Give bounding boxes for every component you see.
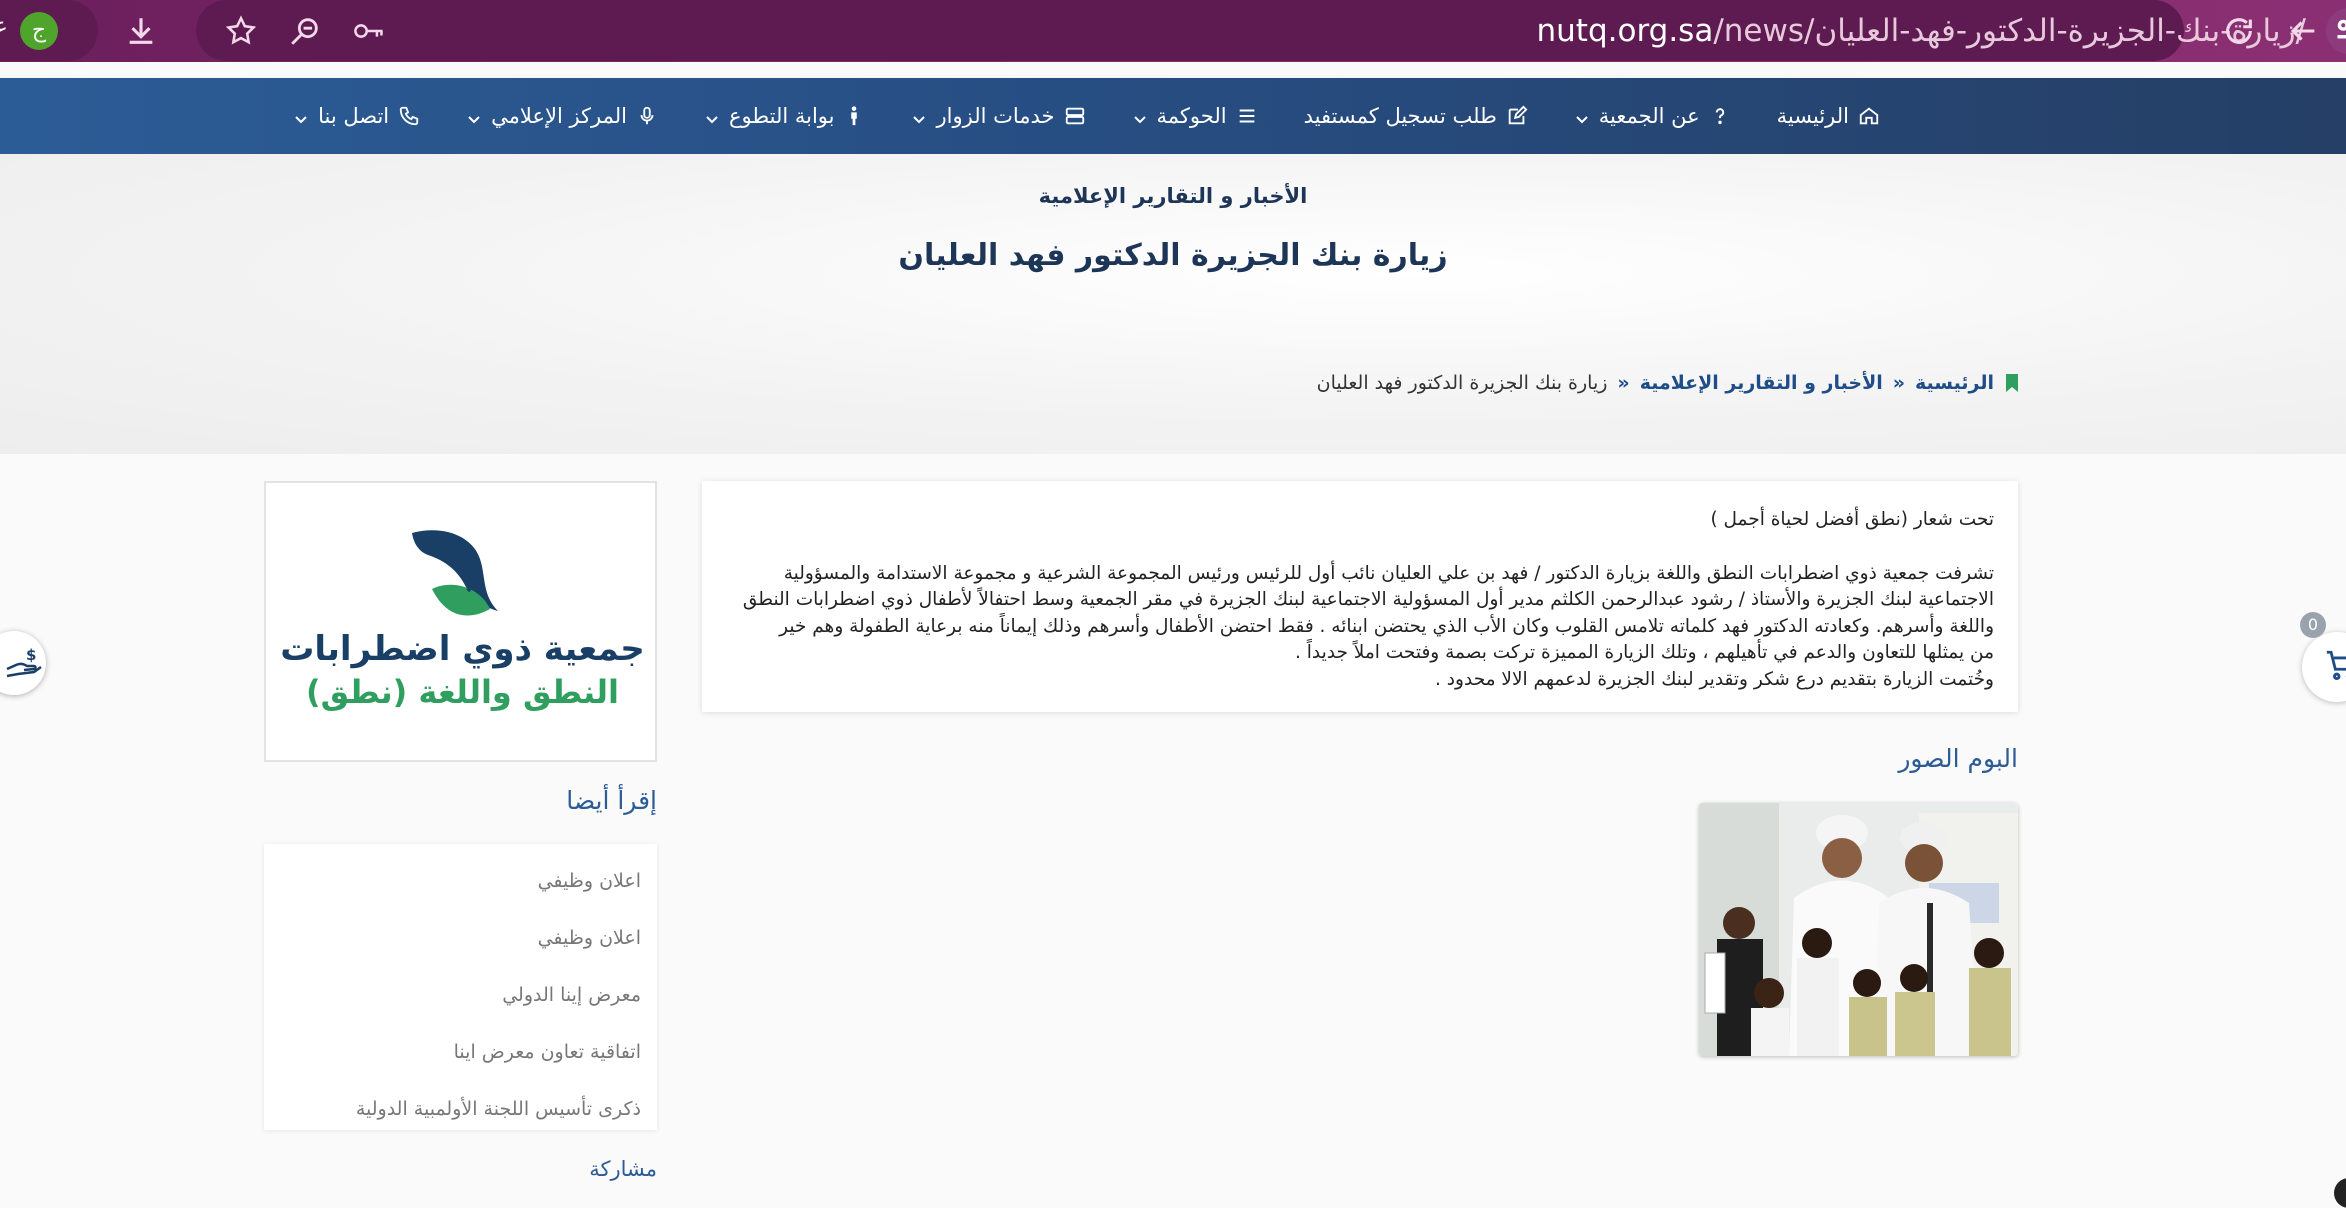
logo-text-line2: النطق واللغة (نطق)	[305, 673, 620, 711]
read-also-item-link[interactable]: اعلان وظيفي	[538, 927, 641, 955]
page-title: زيارة بنك الجزيرة الدكتور فهد العليان	[898, 238, 1448, 273]
share-title: مشاركة	[589, 1157, 657, 1181]
breadcrumb-separator: »	[1892, 372, 1906, 394]
address-bar[interactable]: nutq.org.sa/news/زيارة-بنك-الجزيرة-الدكت…	[196, 0, 2346, 61]
phone-icon	[398, 105, 420, 127]
donate-hand-icon: $	[6, 646, 42, 678]
logo-mark-icon	[412, 530, 498, 616]
chevron-down-icon	[911, 108, 927, 124]
browser-toolbar: عم ج nutq.org.sa/news/زيارة-بنك-الجزيرة-…	[0, 0, 2346, 62]
read-also-item-link[interactable]: ذكرى تأسيس اللجنة الأولمبية الدولية	[356, 1098, 641, 1126]
breadcrumb-home-link[interactable]: الرئيسية	[1915, 372, 1994, 394]
cart-button[interactable]	[2302, 632, 2346, 702]
nav-label: بوابة التطوع	[729, 104, 835, 128]
breadcrumb: الرئيسية » الأخبار و التقارير الإعلامية …	[1317, 372, 2020, 394]
tune-icon[interactable]	[2326, 8, 2346, 54]
profile-avatar: ج	[20, 12, 58, 50]
cart-count-badge: 0	[2300, 612, 2326, 638]
chevron-down-icon	[1574, 108, 1590, 124]
star-icon[interactable]	[224, 14, 258, 48]
nav-item-volunteer[interactable]: بوابة التطوع	[704, 104, 865, 128]
logo-text-line1: جمعية ذوي اضطرابات	[280, 629, 645, 669]
read-also-list: اعلان وظيفي اعلان وظيفي معرض إينا الدولي…	[264, 844, 657, 1130]
read-also-item-link[interactable]: اعلان وظيفي	[538, 870, 641, 898]
article-line: الاجتماعية لبنك الجزيرة والأستاذ / رشود …	[742, 589, 1994, 610]
section-title: الأخبار و التقارير الإعلامية	[1038, 184, 1308, 208]
album-title: البوم الصور	[1898, 744, 2018, 773]
home-icon	[1858, 105, 1880, 127]
article-line: واللغة وأسرهم. وكعادته الدكتور فهد كلمات…	[779, 615, 1994, 637]
organization-logo[interactable]: جمعية ذوي اضطرابات النطق واللغة (نطق)	[264, 481, 657, 762]
svg-text:$: $	[26, 646, 36, 664]
nav-item-home[interactable]: الرئيسية	[1777, 104, 1880, 128]
breadcrumb-separator: »	[1617, 372, 1630, 394]
zoom-icon[interactable]	[288, 14, 322, 48]
download-icon[interactable]	[124, 14, 158, 48]
article-line: من يمثلها للتعاون والدعم في تأهيلهم ، وت…	[1295, 642, 1994, 663]
server-icon	[1064, 105, 1086, 127]
nav-item-governance[interactable]: الحوكمة	[1132, 104, 1258, 128]
nav-items: الرئيسية عن الجمعية طلب تسجيل كمستفيد ال…	[293, 78, 1880, 154]
main-navigation: الرئيسية عن الجمعية طلب تسجيل كمستفيد ال…	[0, 78, 2346, 154]
question-icon	[1709, 105, 1731, 127]
nav-label: الحوكمة	[1156, 104, 1227, 128]
nav-label: الرئيسية	[1776, 104, 1849, 128]
nav-label: عن الجمعية	[1598, 104, 1700, 128]
chevron-down-icon	[293, 108, 309, 124]
page-hero: الأخبار و التقارير الإعلامية زيارة بنك ا…	[0, 154, 2346, 454]
nav-label: المركز الإعلامي	[491, 104, 627, 128]
breadcrumb-current: زيارة بنك الجزيرة الدكتور فهد العليان	[1316, 372, 1608, 394]
key-icon[interactable]	[352, 14, 392, 48]
edit-icon	[1506, 105, 1528, 127]
nav-item-media-center[interactable]: المركز الإعلامي	[466, 104, 658, 128]
article-slogan: تحت شعار (نطق أفضل لحياة أجمل )	[1710, 509, 1994, 530]
chevron-down-icon	[1132, 108, 1148, 124]
back-icon[interactable]	[2286, 14, 2320, 48]
group-photo-image	[1699, 803, 2018, 1056]
article-text: تشرفت جمعية ذوي اضطرابات النطق واللغة بز…	[726, 561, 1994, 694]
mic-icon	[636, 105, 658, 127]
url-text: nutq.org.sa/news/زيارة-بنك-الجزيرة-الدكت…	[1436, 8, 2307, 54]
article-line: تشرفت جمعية ذوي اضطرابات النطق واللغة بز…	[783, 562, 1994, 584]
nav-item-visitor-services[interactable]: خدمات الزوار	[911, 104, 1085, 128]
read-also-item-link[interactable]: اتفاقية تعاون معرض اينا	[454, 1041, 641, 1069]
nav-label: طلب تسجيل كمستفيد	[1303, 104, 1497, 128]
read-also-item-link[interactable]: معرض إينا الدولي	[502, 984, 641, 1012]
donate-button[interactable]: $	[0, 631, 46, 695]
chevron-down-icon	[704, 108, 720, 124]
bookmark-icon	[2004, 373, 2020, 393]
nav-item-contact[interactable]: اتصل بنا	[293, 104, 420, 128]
article-line: وخُتمت الزيارة بتقديم درع شكر وتقدير لبن…	[1435, 668, 1994, 690]
url-host: nutq.org.sa	[1536, 13, 1714, 49]
menu-icon	[1236, 105, 1258, 127]
nav-label: خدمات الزوار	[936, 104, 1055, 128]
url-path: /news/زيارة-بنك-الجزيرة-الدكتور-فهد-العل…	[1713, 13, 2306, 49]
chat-bubble-icon[interactable]	[2334, 1178, 2346, 1208]
person-icon	[843, 105, 865, 127]
nav-item-register[interactable]: طلب تسجيل كمستفيد	[1304, 104, 1528, 128]
nav-label: اتصل بنا	[318, 104, 390, 128]
breadcrumb-section-link[interactable]: الأخبار و التقارير الإعلامية	[1640, 372, 1883, 394]
chevron-down-icon	[466, 108, 482, 124]
profile-button[interactable]: عم ج	[0, 0, 98, 61]
cart-icon	[2326, 650, 2346, 681]
reload-icon[interactable]	[2222, 14, 2256, 48]
article-body: تحت شعار (نطق أفضل لحياة أجمل ) تشرفت جم…	[702, 481, 2018, 712]
nav-item-about[interactable]: عن الجمعية	[1574, 104, 1731, 128]
read-also-title: إقرأ أيضا	[566, 786, 657, 815]
album-photo[interactable]	[1699, 803, 2018, 1056]
profile-label: عم	[0, 14, 8, 39]
